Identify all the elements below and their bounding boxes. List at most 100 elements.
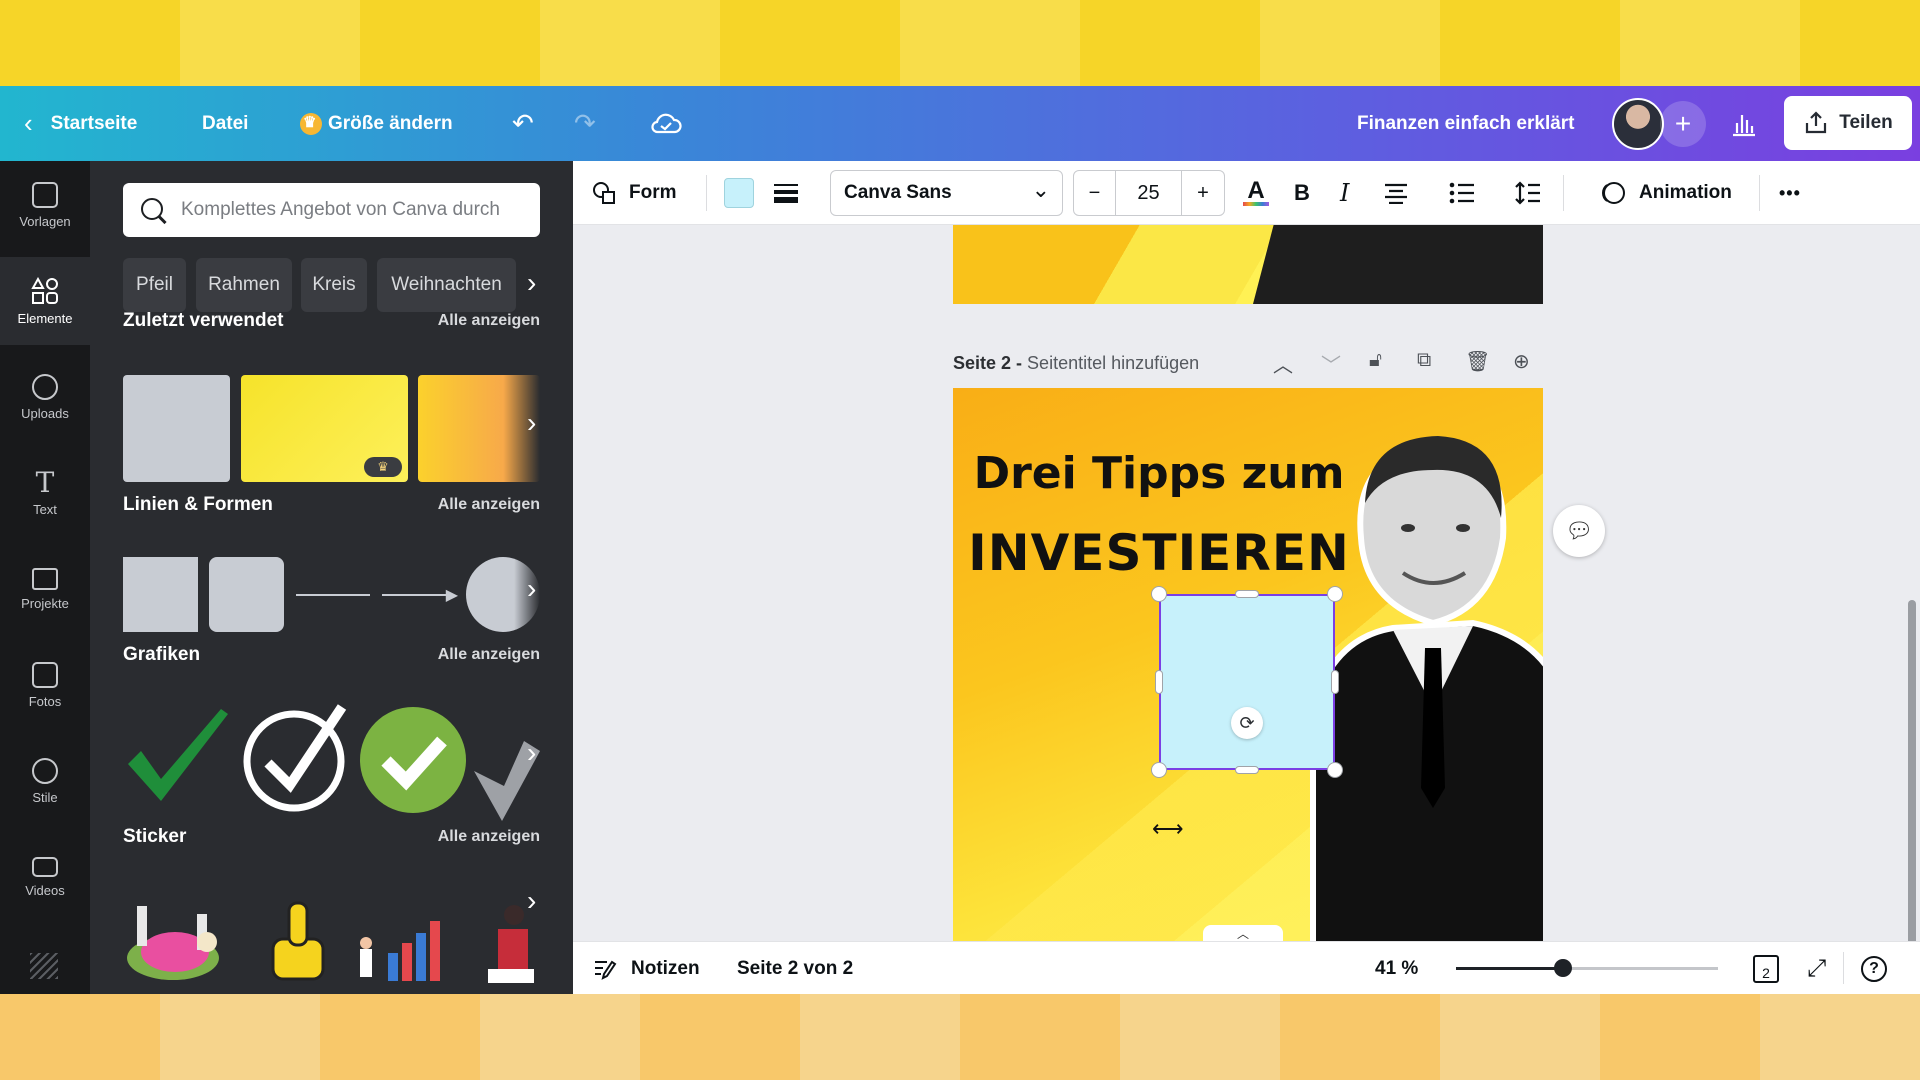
home-button[interactable]: ‹ Startseite (24, 86, 137, 161)
duplicate-page-icon[interactable]: ⧉ (1417, 349, 1431, 372)
add-page-icon[interactable]: ⊕ (1513, 349, 1530, 374)
chip-arrow[interactable]: Pfeil (123, 258, 186, 312)
rail-item-projects[interactable]: Projekte (0, 545, 90, 633)
rail-item-text[interactable]: T Text (0, 449, 90, 537)
resize-handle-top-left[interactable] (1151, 586, 1167, 602)
bold-button[interactable]: B (1294, 161, 1310, 225)
selected-rectangle-shape[interactable] (1159, 594, 1335, 770)
resize-handle-bottom-left[interactable] (1151, 762, 1167, 778)
text-color-button[interactable]: A (1243, 161, 1269, 225)
thumbs-up-sticker[interactable] (265, 899, 335, 989)
bar-chart-sticker[interactable] (348, 913, 448, 983)
rail-item-elements[interactable]: Elemente (0, 257, 90, 345)
font-family-select[interactable]: Canva Sans ⌄ (830, 170, 1063, 216)
add-comment-button[interactable]: 💬︎ (1553, 505, 1605, 557)
notes-icon (595, 960, 617, 980)
green-circle-check-graphic[interactable] (358, 705, 468, 815)
chip-frame[interactable]: Rahmen (196, 258, 292, 312)
rail-item-uploads[interactable]: Uploads (0, 353, 90, 441)
editor-toolbar: Form Canva Sans ⌄ − 25 + A B I Animation… (573, 161, 1920, 225)
align-center-icon (1385, 183, 1407, 204)
more-options-button[interactable]: ••• (1779, 161, 1801, 225)
redo-button[interactable]: ↷ (574, 86, 596, 161)
see-all-graphics-link[interactable]: Alle anzeigen (438, 646, 540, 664)
lock-page-icon[interactable]: 🔓︎ (1369, 349, 1382, 372)
bottombar-divider (1843, 952, 1844, 984)
roast-chicken-sticker[interactable] (123, 896, 223, 986)
page-down-icon[interactable]: ﹀ (1321, 349, 1341, 378)
project-title[interactable]: Finanzen einfach erklärt (1357, 86, 1575, 161)
rail-item-videos[interactable]: Videos (0, 833, 90, 921)
insights-button[interactable] (1730, 86, 1758, 161)
search-input[interactable] (181, 199, 531, 221)
resize-handle-top[interactable] (1235, 590, 1259, 598)
add-collaborator-button[interactable]: + (1660, 101, 1706, 147)
spacing-button[interactable] (1515, 161, 1541, 225)
share-button[interactable]: Teilen (1784, 96, 1912, 150)
shape-line[interactable] (296, 594, 370, 596)
circle-checkmark-graphic[interactable] (242, 703, 350, 813)
see-all-lines-shapes-link[interactable]: Alle anzeigen (438, 496, 540, 514)
resize-handle-right[interactable] (1331, 670, 1339, 694)
page-title-input[interactable]: Seitentitel hinzufügen (1027, 353, 1199, 373)
page-up-icon[interactable]: ︿ (1273, 349, 1293, 378)
shape-rounded-square[interactable] (209, 557, 284, 632)
see-all-recent-link[interactable]: Alle anzeigen (438, 312, 540, 330)
text-align-button[interactable] (1383, 161, 1409, 225)
canvas-scrollbar[interactable] (1908, 600, 1916, 941)
recent-item-yellow-gradient[interactable]: ♛ (241, 375, 408, 482)
resize-handle-bottom-right[interactable] (1327, 762, 1343, 778)
delete-page-icon[interactable]: 🗑︎ (1465, 349, 1490, 374)
font-size-input[interactable]: 25 (1116, 171, 1182, 215)
show-pages-button[interactable]: ︿ (1203, 925, 1283, 941)
stickers-next-icon[interactable]: › (527, 885, 536, 917)
recent-next-icon[interactable]: › (527, 407, 536, 439)
shape-button[interactable]: Form (591, 161, 677, 225)
rail-item-styles[interactable]: Stile (0, 737, 90, 825)
animation-button[interactable]: Animation (1599, 161, 1732, 225)
graphics-next-icon[interactable]: › (527, 737, 536, 769)
shape-square[interactable] (123, 557, 198, 632)
search-box[interactable] (123, 183, 540, 237)
border-style-button[interactable] (773, 161, 799, 225)
list-button[interactable] (1449, 161, 1475, 225)
bold-icon: B (1294, 180, 1310, 205)
shape-color-button[interactable] (724, 161, 754, 225)
chip-christmas[interactable]: Weihnachten (377, 258, 516, 312)
zoom-percentage[interactable]: 41 % (1375, 942, 1418, 994)
rail-label: Stile (32, 789, 58, 805)
more-apps-icon[interactable] (30, 953, 58, 979)
font-size-decrease-button[interactable]: − (1074, 171, 1116, 215)
help-button[interactable]: ? (1861, 942, 1887, 994)
resize-handle-left[interactable] (1155, 670, 1163, 694)
undo-button[interactable]: ↶ (512, 86, 534, 161)
shape-arrow-line[interactable]: ▶ (382, 587, 458, 604)
see-all-stickers-link[interactable]: Alle anzeigen (438, 828, 540, 846)
page-2-design[interactable]: Drei Tipps zum INVESTIEREN (953, 388, 1543, 941)
file-menu-button[interactable]: Datei (202, 86, 248, 161)
fullscreen-button[interactable]: ⤢ (1807, 942, 1826, 994)
home-label: Startseite (50, 112, 138, 134)
resize-handle-bottom[interactable] (1235, 766, 1259, 774)
zoom-slider-thumb[interactable] (1554, 959, 1573, 977)
notes-button[interactable]: Notizen (593, 942, 700, 994)
chip-circle[interactable]: Kreis (301, 258, 367, 312)
resize-button[interactable]: Größe ändern (300, 86, 453, 161)
resize-handle-top-right[interactable] (1327, 586, 1343, 602)
page-grid-button[interactable]: 2 (1753, 942, 1779, 994)
recent-item-orange-gradient[interactable] (418, 375, 540, 482)
rail-item-photos[interactable]: Fotos (0, 641, 90, 729)
rotate-handle[interactable]: ⟳ (1231, 707, 1263, 739)
page-1-preview[interactable] (953, 225, 1543, 304)
chips-next-icon[interactable]: › (527, 267, 536, 299)
recent-item-gray-square[interactable] (123, 375, 230, 482)
avatar[interactable] (1612, 98, 1664, 150)
green-checkmark-graphic[interactable] (123, 709, 233, 809)
shapes-next-icon[interactable]: › (527, 573, 536, 605)
italic-button[interactable]: I (1340, 161, 1349, 225)
cloud-save-button[interactable] (650, 86, 682, 161)
rail-item-templates[interactable]: Vorlagen (0, 161, 90, 249)
zoom-slider[interactable] (1456, 959, 1718, 977)
font-size-increase-button[interactable]: + (1182, 171, 1224, 215)
back-chevron-icon: ‹ (24, 108, 33, 138)
